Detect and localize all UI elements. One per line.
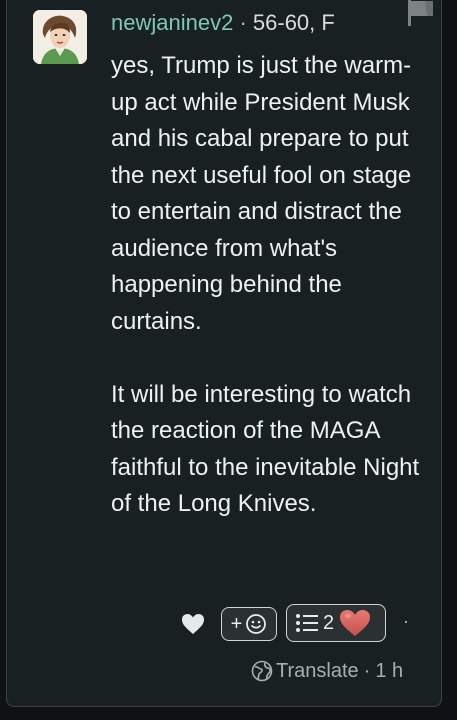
avatar[interactable] [33, 10, 87, 64]
footer-separator: · [363, 659, 371, 682]
reactions-count-button[interactable]: 2 [286, 604, 386, 642]
add-reaction-button[interactable]: + [221, 607, 277, 641]
add-reaction-plus: + [230, 613, 243, 635]
username-link[interactable]: newjaninev2 [111, 10, 233, 35]
heart-icon [340, 610, 371, 636]
globe-icon [251, 660, 273, 682]
like-button[interactable] [181, 613, 205, 635]
comment-paragraph: yes, Trump is just the warm-up act while… [111, 52, 412, 335]
smiley-icon [246, 614, 267, 634]
more-options-button[interactable]: · [403, 611, 409, 632]
comment-footer: Translate · 1 h [251, 658, 403, 684]
age-gender-label: 56-60, F [252, 10, 335, 35]
comment-body: yes, Trump is just the warm-up act while… [111, 48, 421, 523]
report-flag-icon[interactable] [405, 0, 437, 26]
reaction-count: 2 [323, 612, 335, 634]
comment-header: newjaninev2 · 56-60, F [111, 9, 335, 37]
heart-icon [182, 614, 204, 634]
translate-link[interactable]: Translate [276, 660, 359, 683]
comment-paragraph: It will be interesting to watch the reac… [111, 380, 420, 518]
comment-card: newjaninev2 · 56-60, F yes, Trump is jus… [6, 0, 442, 707]
timestamp: 1 h [375, 659, 404, 682]
header-separator: · [239, 10, 247, 35]
list-icon [296, 614, 318, 632]
